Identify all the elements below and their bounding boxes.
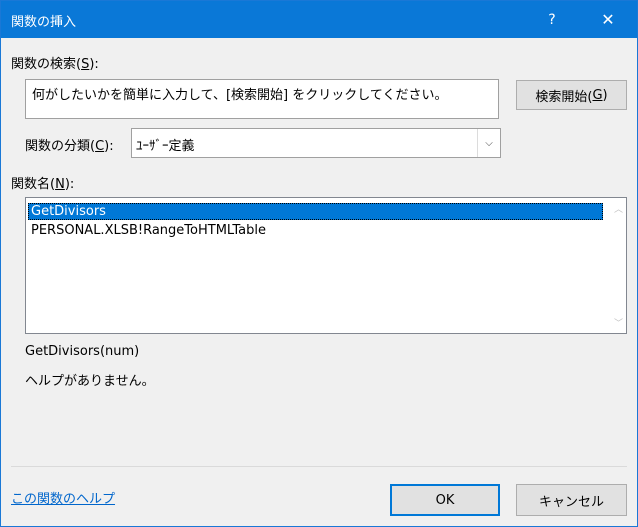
search-start-prefix: 検索開始( [535, 89, 593, 105]
function-signature: GetDivisors(num) [25, 344, 140, 359]
function-description: ヘルプがありません。 [25, 374, 155, 389]
search-label-suffix: ): [89, 57, 99, 72]
search-input[interactable] [32, 83, 492, 103]
category-label-suffix: ): [104, 139, 114, 154]
search-start-button[interactable]: 検索開始(G) [516, 80, 627, 110]
list-item[interactable]: GetDivisors [28, 203, 603, 220]
search-start-accesskey: G [592, 87, 603, 103]
cancel-button[interactable]: キャンセル [516, 484, 627, 516]
help-button[interactable]: ? [529, 1, 575, 38]
close-button[interactable]: ✕ [585, 1, 631, 38]
category-label-prefix: 関数の分類( [25, 139, 96, 154]
search-start-suffix: ) [602, 87, 608, 103]
window-title: 関数の挿入 [11, 15, 77, 30]
chevron-down-icon[interactable]: ⌵ [477, 129, 500, 157]
insert-function-dialog: 関数の挿入 ? ✕ 関数の検索(S): 検索開始(G) 関数の分類(C): ﾕｰ… [0, 0, 638, 527]
category-label-accesskey: C [95, 139, 105, 154]
function-name-label-prefix: 関数名( [11, 177, 56, 192]
category-label: 関数の分類(C): [25, 135, 114, 154]
function-name-label-accesskey: N [55, 177, 65, 192]
search-box[interactable] [25, 79, 499, 119]
function-help-link[interactable]: この関数のヘルプ [11, 488, 115, 507]
category-select[interactable]: ﾕｰｻﾞｰ定義 ⌵ [131, 128, 501, 158]
scroll-up-icon[interactable]: ︿ [614, 202, 623, 215]
close-icon: ✕ [601, 10, 615, 29]
search-label-prefix: 関数の検索( [11, 57, 82, 72]
footer-divider [11, 466, 627, 467]
search-label: 関数の検索(S): [11, 53, 99, 72]
list-item[interactable]: PERSONAL.XLSB!RangeToHTMLTable [28, 222, 603, 239]
title-bar[interactable]: 関数の挿入 ? ✕ [1, 1, 637, 38]
scroll-down-icon[interactable]: ﹀ [614, 316, 623, 329]
help-icon: ? [548, 11, 556, 28]
function-name-label-suffix: ): [64, 177, 75, 192]
function-name-label: 関数名(N): [11, 173, 74, 192]
function-list[interactable]: GetDivisors PERSONAL.XLSB!RangeToHTMLTab… [25, 197, 627, 334]
ok-button[interactable]: OK [390, 484, 500, 516]
category-selected-value: ﾕｰｻﾞｰ定義 [136, 139, 195, 154]
